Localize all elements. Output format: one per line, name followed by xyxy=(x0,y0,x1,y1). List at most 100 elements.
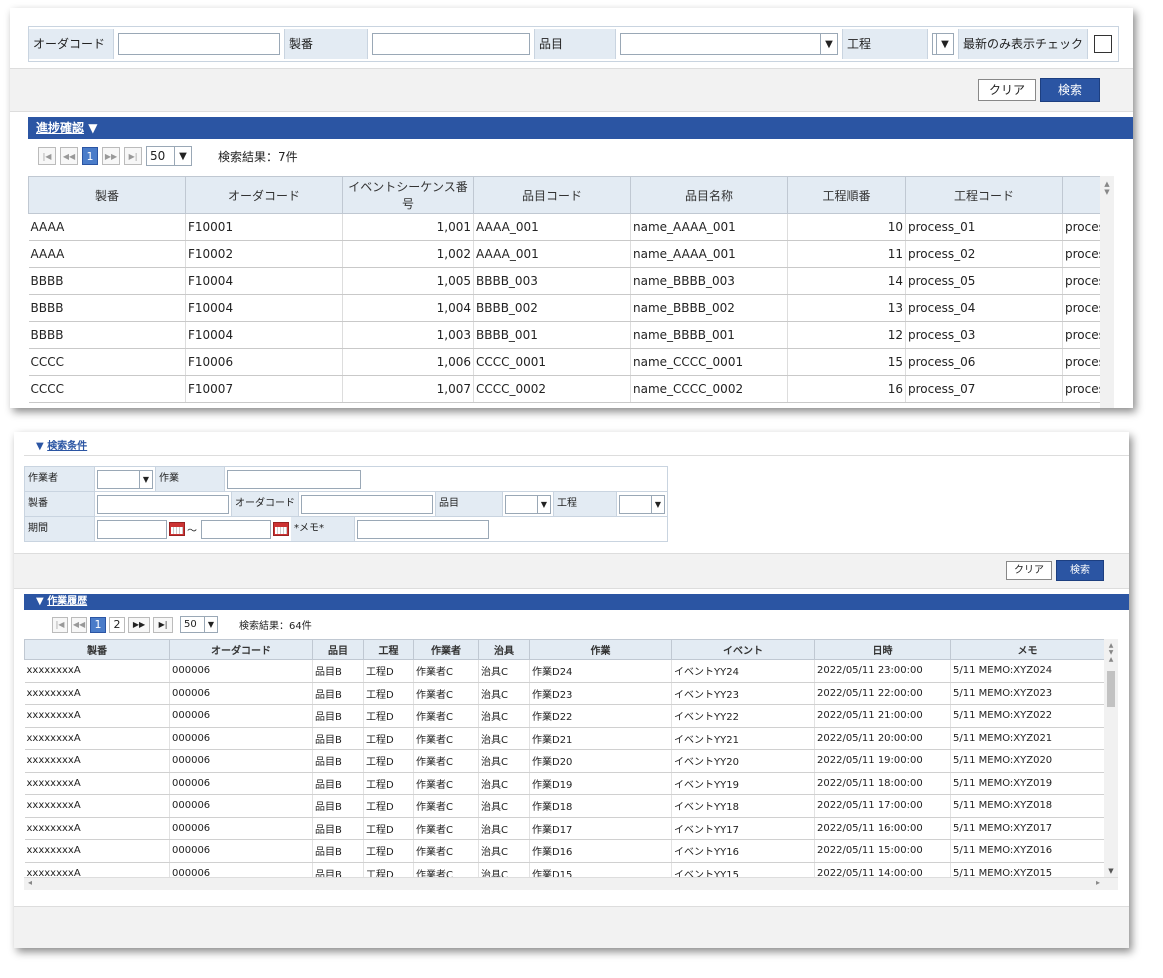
item-select[interactable]: ▼ xyxy=(505,494,551,514)
column-header[interactable]: 日時 xyxy=(814,639,951,660)
table-row[interactable]: xxxxxxxxA 000006 品目B 工程D 作業者C 治具C 作業D18 イベントYY1… xyxy=(24,794,1105,818)
progress-section-header[interactable]: 進捗確認 ▼ xyxy=(28,117,1133,139)
table-row[interactable]: xxxxxxxxA 000006 品目B 工程D 作業者C 治具C 作業D19 イベントYY1… xyxy=(24,772,1105,795)
table-cell: イベントYY20 xyxy=(671,749,815,773)
period-end-input[interactable] xyxy=(201,519,271,539)
scroll-right-icon[interactable]: ▸ xyxy=(1096,878,1100,887)
table-cell: 品目B xyxy=(312,659,364,683)
table-row[interactable]: xxxxxxxxA 000006 品目B 工程D 作業者C 治具C 作業D21 イベントYY2… xyxy=(24,727,1105,750)
column-header[interactable]: 工程コード xyxy=(905,176,1063,214)
calendar-icon[interactable] xyxy=(169,522,185,536)
table-cell: 14 xyxy=(787,267,906,295)
column-header[interactable]: メモ xyxy=(950,639,1105,660)
table-cell: 2022/05/11 21:00:00 xyxy=(814,704,951,728)
process-select[interactable]: ▼ xyxy=(619,494,665,514)
column-header[interactable]: 作業者 xyxy=(413,639,479,660)
table-cell: CCCC_0001 xyxy=(473,348,631,376)
scroll-down-icon[interactable]: ▼ xyxy=(1104,867,1118,875)
last-page-icon[interactable]: ▶| xyxy=(153,616,173,633)
column-header[interactable]: イベントシーケンス番号 xyxy=(342,176,474,214)
history-table: 製番 オーダコード 品目 工程 作業者 治具 作業 イベント 日時 メモ xxxxxxxxA 000… xyxy=(24,639,1105,885)
table-row[interactable]: BBBB F10004 1,003 BBBB_001 name_BBBB_001 12 pr… xyxy=(28,321,1108,349)
vertical-scrollbar[interactable]: ▲ ▼ xyxy=(1100,176,1114,408)
table-cell: 治具C xyxy=(478,817,530,840)
page-size-select[interactable]: 50 ▼ xyxy=(146,146,192,166)
work-label: 作業 xyxy=(155,467,225,491)
work-input[interactable] xyxy=(227,469,361,489)
table-cell: 5/11 MEMO:XYZ020 xyxy=(950,749,1105,773)
table-cell: 2022/05/11 18:00:00 xyxy=(814,772,951,795)
table-row[interactable]: AAAA F10002 1,002 AAAA_001 name_AAAA_001 11 pr… xyxy=(28,240,1108,268)
table-cell: 治具C xyxy=(478,682,530,705)
scroll-left-icon[interactable]: ◂ xyxy=(28,878,32,887)
column-header[interactable]: イベント xyxy=(671,639,815,660)
clear-button[interactable]: クリア xyxy=(978,79,1036,101)
table-cell: 作業者C xyxy=(413,839,479,863)
table-row[interactable]: BBBB F10004 1,005 BBBB_003 name_BBBB_003 14 pr… xyxy=(28,267,1108,295)
scroll-thumb[interactable] xyxy=(1107,671,1115,707)
table-row[interactable]: CCCC F10007 1,007 CCCC_0002 name_CCCC_0002 16… xyxy=(28,375,1108,403)
column-header[interactable]: オーダコード xyxy=(185,176,343,214)
prev-page-icon[interactable]: ◀◀ xyxy=(71,616,87,633)
order-code-input[interactable] xyxy=(301,494,433,514)
clear-button[interactable]: クリア xyxy=(1006,561,1052,580)
horizontal-scrollbar[interactable]: ◂ ▸ xyxy=(24,877,1118,890)
table-row[interactable]: xxxxxxxxA 000006 品目B 工程D 作業者C 治具C 作業D20 イベントYY2… xyxy=(24,749,1105,773)
table-cell: 10 xyxy=(787,213,906,241)
column-header[interactable]: 工程順番 xyxy=(787,176,906,214)
scroll-up-icon[interactable]: ▲ ▼ ▲ xyxy=(1104,639,1118,663)
history-section-header[interactable]: ▼ 作業履歴 xyxy=(24,594,1129,610)
search-button[interactable]: 検索 xyxy=(1056,560,1104,581)
column-header[interactable]: 品目名称 xyxy=(630,176,788,214)
page-number[interactable]: 1 xyxy=(90,616,106,633)
table-cell: 16 xyxy=(787,375,906,403)
column-header[interactable]: 品目コード xyxy=(473,176,631,214)
table-row[interactable]: xxxxxxxxA 000006 品目B 工程D 作業者C 治具C 作業D23 イベントYY2… xyxy=(24,682,1105,705)
next-page-icon[interactable]: ▶▶ xyxy=(128,616,150,633)
memo-input[interactable] xyxy=(357,519,489,539)
first-page-icon[interactable]: |◀ xyxy=(38,147,56,165)
page-size-select[interactable]: 50 ▼ xyxy=(180,616,218,633)
item-select[interactable]: ▼ xyxy=(620,33,838,55)
next-page-icon[interactable]: ▶▶ xyxy=(102,147,120,165)
column-header[interactable]: 品目 xyxy=(312,639,364,660)
column-header[interactable]: 製番 xyxy=(28,176,186,214)
search-conditions-toggle[interactable]: ▼ 検索条件 xyxy=(36,437,87,452)
last-page-icon[interactable]: ▶| xyxy=(124,147,142,165)
table-row[interactable]: xxxxxxxxA 000006 品目B 工程D 作業者C 治具C 作業D22 イベントYY2… xyxy=(24,704,1105,728)
search-button[interactable]: 検索 xyxy=(1040,78,1100,102)
scroll-up-icon[interactable]: ▲ ▼ xyxy=(1100,176,1114,196)
table-row[interactable]: xxxxxxxxA 000006 品目B 工程D 作業者C 治具C 作業D24 イベントYY2… xyxy=(24,659,1105,683)
order-code-label: オーダコード xyxy=(29,29,114,59)
table-cell: 治具C xyxy=(478,704,530,728)
table-row[interactable]: CCCC F10006 1,006 CCCC_0001 name_CCCC_0001 15… xyxy=(28,348,1108,376)
first-page-icon[interactable]: |◀ xyxy=(52,616,68,633)
vertical-scrollbar[interactable]: ▲ ▼ ▲ ▼ xyxy=(1104,639,1118,877)
table-cell: 作業者C xyxy=(413,704,479,728)
table-cell: 工程D xyxy=(363,682,414,705)
table-row[interactable]: xxxxxxxxA 000006 品目B 工程D 作業者C 治具C 作業D17 イベントYY1… xyxy=(24,817,1105,840)
column-header[interactable]: 工程 xyxy=(363,639,414,660)
latest-only-checkbox[interactable] xyxy=(1094,35,1113,53)
calendar-icon[interactable] xyxy=(273,522,289,536)
chevron-down-icon: ▼ xyxy=(820,34,837,54)
latest-only-label: 最新のみ表示チェック xyxy=(958,29,1089,59)
process-select[interactable]: ▼ xyxy=(932,33,954,55)
page-number[interactable]: 1 xyxy=(82,147,98,165)
column-header[interactable]: 作業 xyxy=(529,639,672,660)
seiban-input[interactable] xyxy=(372,33,530,55)
seiban-input[interactable] xyxy=(97,494,229,514)
table-row[interactable]: BBBB F10004 1,004 BBBB_002 name_BBBB_002 13 pr… xyxy=(28,294,1108,322)
table-row[interactable]: AAAA F10001 1,001 AAAA_001 name_AAAA_001 10 pr… xyxy=(28,213,1108,241)
column-header[interactable]: 治具 xyxy=(478,639,530,660)
period-start-input[interactable] xyxy=(97,519,167,539)
column-header[interactable]: オーダコード xyxy=(169,639,313,660)
column-header[interactable]: 製番 xyxy=(24,639,170,660)
page-number[interactable]: 2 xyxy=(109,616,125,633)
table-row[interactable]: xxxxxxxxA 000006 品目B 工程D 作業者C 治具C 作業D16 イベントYY1… xyxy=(24,839,1105,863)
order-code-input[interactable] xyxy=(118,33,280,55)
table-cell: 11 xyxy=(787,240,906,268)
prev-page-icon[interactable]: ◀◀ xyxy=(60,147,78,165)
chevron-down-icon: ▼ xyxy=(139,470,152,488)
worker-select[interactable]: ▼ xyxy=(97,469,153,489)
